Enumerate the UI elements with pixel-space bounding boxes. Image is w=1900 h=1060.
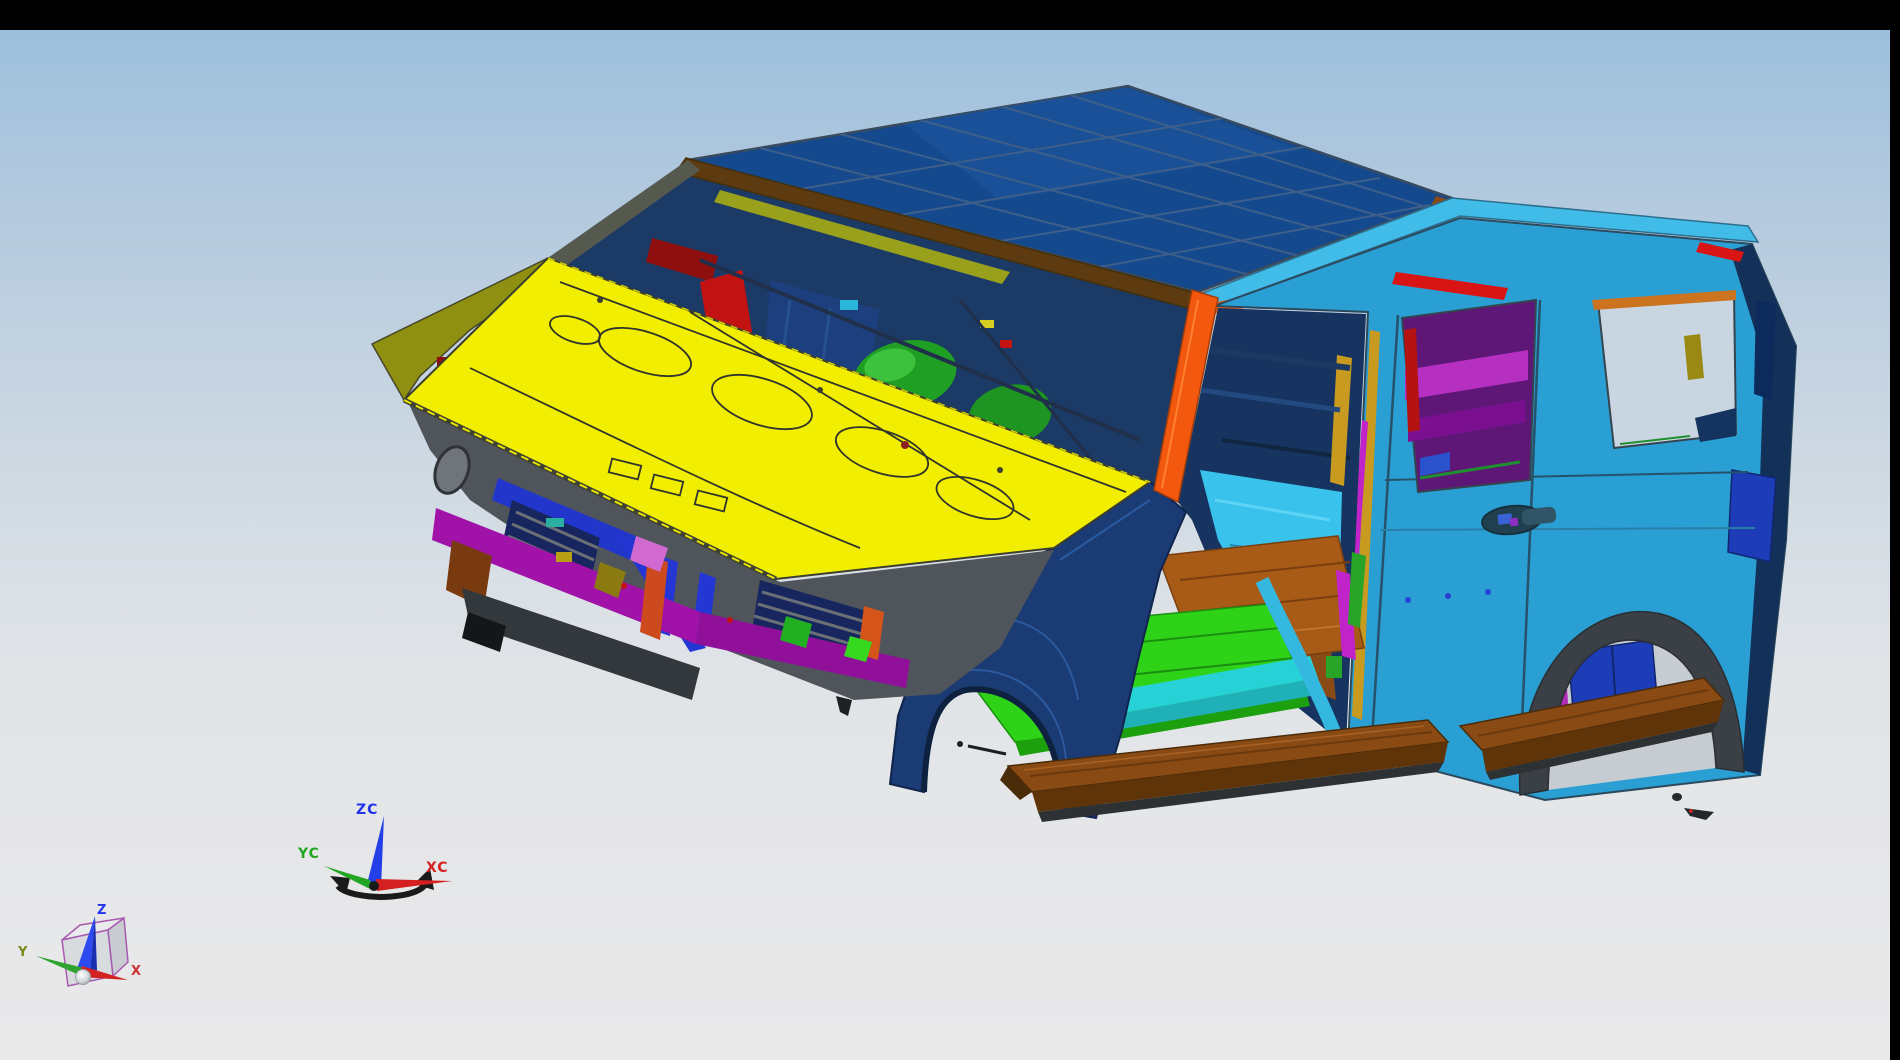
hood-assembly-detail[interactable] bbox=[997, 467, 1003, 473]
small-bracket[interactable] bbox=[836, 696, 852, 716]
datum-csys-triad[interactable]: Z Y X bbox=[17, 903, 141, 986]
wcs-triad[interactable]: ZC YC XC bbox=[297, 802, 452, 897]
clip-teal-bit[interactable] bbox=[546, 518, 564, 527]
running-boards-detail[interactable] bbox=[957, 741, 963, 747]
quarter-window[interactable] bbox=[1592, 290, 1736, 448]
datum-z-label: Z bbox=[97, 903, 106, 918]
rear-body-side-detail[interactable] bbox=[1485, 589, 1491, 595]
hood-assembly-detail[interactable] bbox=[597, 297, 603, 303]
datum-x-label: X bbox=[131, 964, 141, 979]
small-part-red-dot[interactable] bbox=[1689, 809, 1693, 813]
wcs-yc-axis[interactable] bbox=[324, 866, 374, 891]
hood-assembly-detail[interactable] bbox=[817, 387, 823, 393]
interior-green-bit[interactable] bbox=[1326, 656, 1342, 678]
wcs-yc-label: YC bbox=[297, 846, 320, 862]
interior-red-bit[interactable] bbox=[1000, 340, 1012, 348]
rear-body-side-detail[interactable] bbox=[1405, 597, 1411, 603]
rear-lamp-blue-panel[interactable] bbox=[1728, 470, 1776, 562]
hood-assembly-detail[interactable] bbox=[901, 441, 909, 449]
wcs-zc-label: ZC bbox=[356, 802, 378, 818]
small-part-sliver[interactable] bbox=[1684, 808, 1714, 820]
clip-gold-bit[interactable] bbox=[556, 552, 572, 562]
cad-scene: ZC YC XC Z Y X bbox=[0, 0, 1900, 1060]
datum-origin-sphere[interactable] bbox=[76, 970, 91, 985]
door-handle-detail[interactable] bbox=[1510, 518, 1519, 527]
datum-y-label: Y bbox=[17, 945, 28, 960]
interior-cyan-bit[interactable] bbox=[840, 300, 858, 310]
rear-door-window[interactable] bbox=[1402, 300, 1536, 492]
bracket-tick-1[interactable] bbox=[968, 746, 1006, 754]
front-clip-detail[interactable] bbox=[621, 583, 627, 589]
small-part-dot[interactable] bbox=[1672, 793, 1682, 801]
front-clip-detail[interactable] bbox=[727, 617, 733, 623]
wcs-xc-label: XC bbox=[426, 860, 449, 876]
floating-parts[interactable] bbox=[1672, 793, 1714, 820]
rear-body-side-detail[interactable] bbox=[1445, 593, 1451, 599]
car-model[interactable] bbox=[372, 86, 1796, 822]
wcs-zc-axis[interactable] bbox=[367, 816, 384, 888]
wcs-origin[interactable] bbox=[369, 881, 379, 891]
